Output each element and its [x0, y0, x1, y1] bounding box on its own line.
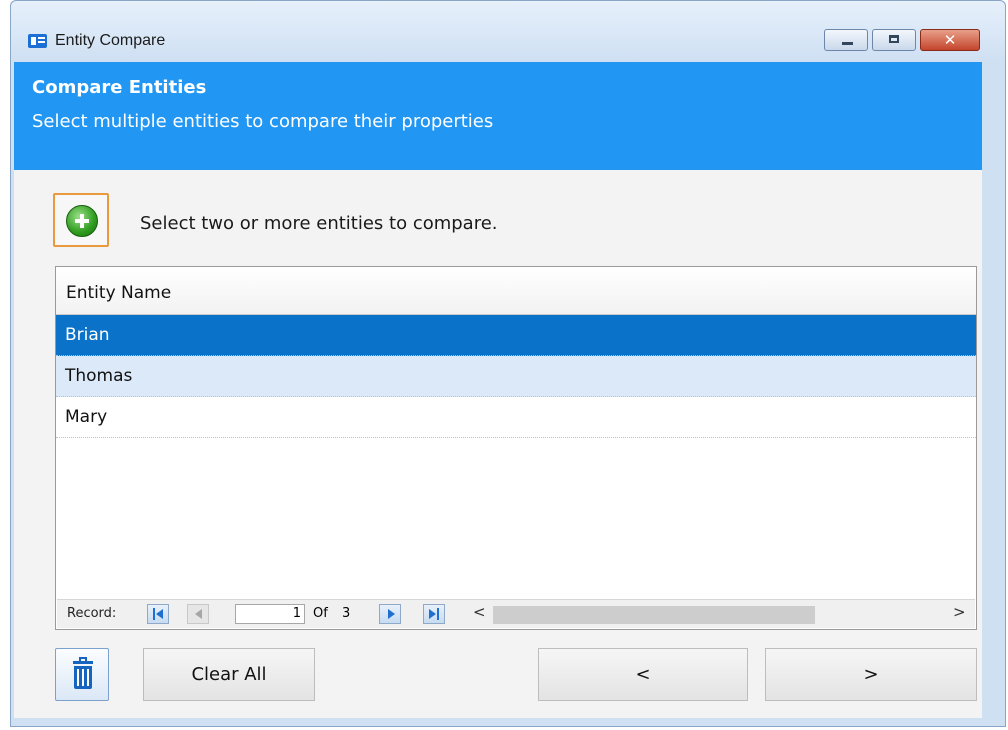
first-record-button[interactable]: [147, 604, 169, 624]
minimize-icon: [842, 42, 853, 45]
table-row[interactable]: Mary: [56, 397, 976, 438]
scroll-right-button[interactable]: >: [953, 603, 966, 621]
next-record-icon: [388, 609, 395, 619]
page-subtitle: Select multiple entities to compare thei…: [32, 111, 494, 132]
plus-circle-icon: [66, 205, 98, 237]
previous-button[interactable]: <: [538, 648, 748, 701]
first-record-icon: [153, 608, 155, 620]
table-row[interactable]: Thomas: [56, 356, 976, 397]
current-record-input[interactable]: 1: [235, 604, 305, 624]
next-button[interactable]: >: [765, 648, 977, 701]
maximize-button[interactable]: [872, 29, 916, 51]
record-label: Record:: [67, 606, 117, 621]
contact-card-icon: [28, 34, 47, 48]
record-total: 3: [342, 606, 351, 621]
close-icon: ✕: [943, 31, 957, 49]
title-bar: Entity Compare ✕: [11, 1, 1005, 61]
previous-record-icon: [195, 609, 202, 619]
of-label: Of: [313, 606, 328, 621]
minimize-button[interactable]: [824, 29, 868, 51]
window-title: Entity Compare: [55, 32, 166, 49]
add-entity-button[interactable]: [53, 193, 109, 247]
delete-button[interactable]: [55, 648, 109, 701]
horizontal-scrollbar-thumb[interactable]: [493, 606, 815, 624]
last-record-button[interactable]: [423, 604, 445, 624]
close-button[interactable]: ✕: [920, 29, 980, 51]
last-record-icon: [429, 609, 436, 619]
clear-all-button[interactable]: Clear All: [143, 648, 315, 701]
page-title: Compare Entities: [32, 77, 207, 98]
entity-name-cell: Thomas: [65, 366, 133, 386]
entity-grid: Entity Name Brian Thomas Mary Record: 1 …: [55, 266, 977, 630]
entity-name-cell: Mary: [65, 407, 108, 427]
entity-name-cell: Brian: [65, 325, 110, 345]
maximize-icon: [889, 35, 899, 43]
next-record-button[interactable]: [379, 604, 401, 624]
instruction-text: Select two or more entities to compare.: [140, 213, 498, 234]
scroll-left-button[interactable]: <: [473, 603, 486, 621]
table-row[interactable]: Brian: [56, 315, 976, 356]
record-navigation-bar: Record: 1 Of 3 < >: [57, 599, 975, 628]
previous-record-button[interactable]: [187, 604, 209, 624]
column-header-label: Entity Name: [66, 283, 172, 303]
column-header-entity-name[interactable]: Entity Name: [56, 267, 976, 315]
